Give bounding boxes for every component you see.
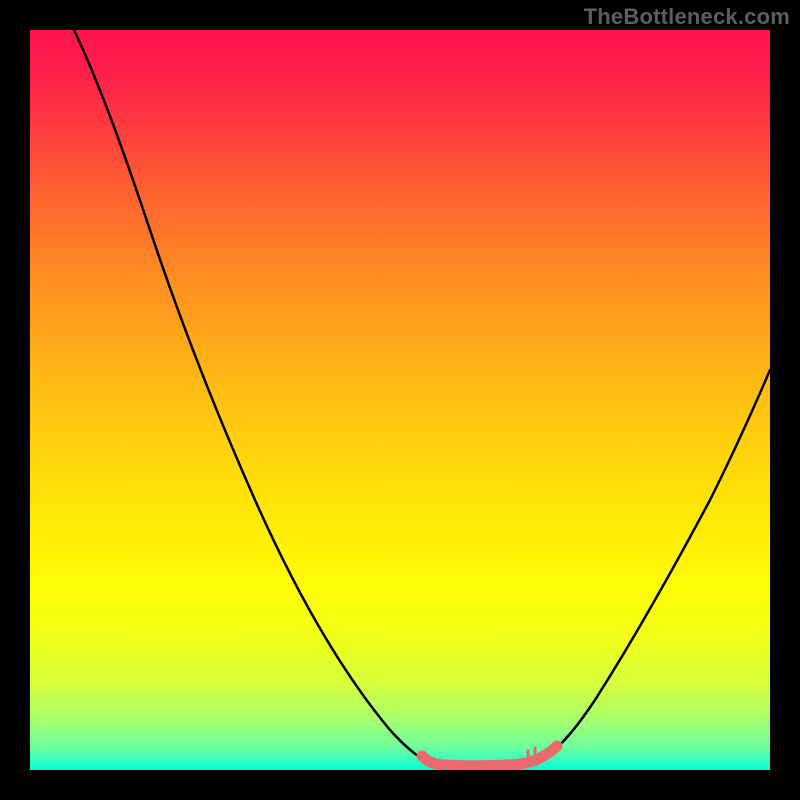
bottleneck-curve [74, 30, 770, 765]
watermark-text: TheBottleneck.com [584, 4, 790, 30]
highlight-noise [528, 748, 535, 756]
curve-layer [30, 30, 770, 770]
optimal-range-highlight [422, 746, 557, 766]
chart-frame: TheBottleneck.com [0, 0, 800, 800]
plot-area [30, 30, 770, 770]
